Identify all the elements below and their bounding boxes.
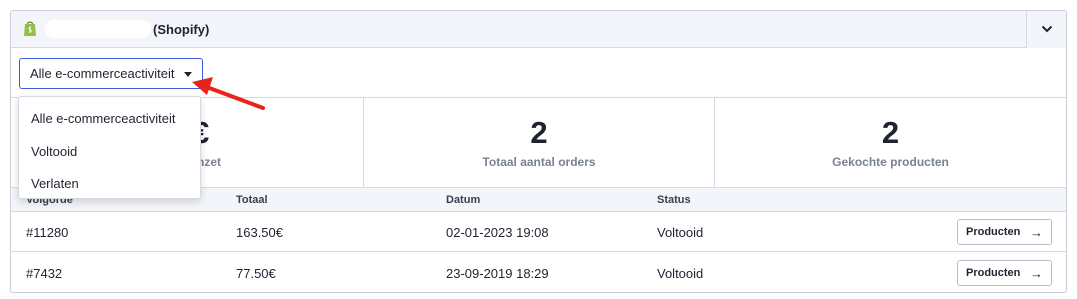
chevron-down-icon (1041, 25, 1053, 33)
arrow-right-icon: → (1030, 225, 1043, 240)
order-number: #7432 (26, 266, 63, 281)
order-total: 163.50€ (236, 225, 283, 240)
dropdown-option-abandoned[interactable]: Verlaten (31, 176, 79, 191)
stat-label: Gekochte producten (832, 155, 949, 169)
order-date: 23-09-2019 18:29 (446, 266, 549, 281)
table-row: #11280 163.50€ 02-01-2023 19:08 Voltooid… (11, 212, 1066, 252)
order-status: Voltooid (657, 266, 704, 281)
column-header-date: Datum (446, 194, 481, 206)
table-row: #7432 77.50€ 23-09-2019 18:29 Voltooid P… (11, 253, 1066, 292)
stat-value: 2 (530, 115, 548, 150)
order-date: 02-01-2023 19:08 (446, 225, 549, 240)
order-status: Voltooid (657, 225, 704, 240)
products-button[interactable]: Producten → (957, 219, 1052, 245)
annotation-arrow-icon (192, 77, 265, 110)
stat-label: nzet (197, 155, 221, 169)
order-number: #11280 (26, 225, 69, 240)
stat-total-orders: 2 Totaal aantal orders (363, 98, 714, 188)
stat-products-bought: 2 Gekochte producten (714, 98, 1066, 188)
products-button-label: Producten (966, 226, 1021, 238)
order-total: 77.50€ (236, 266, 276, 281)
panel-header: (Shopify) (11, 11, 1066, 48)
arrow-right-icon: → (1030, 266, 1043, 281)
collapse-button[interactable] (1026, 11, 1066, 48)
filter-selected-value: Alle e-commerceactiviteit (30, 66, 175, 81)
dropdown-option-all[interactable]: Alle e-commerceactiviteit (31, 111, 176, 126)
stat-value: 2 (881, 115, 900, 150)
column-header-total: Totaal (236, 194, 268, 206)
store-name-redacted (45, 20, 151, 38)
dropdown-option-completed[interactable]: Voltooid (31, 144, 77, 159)
activity-filter-dropdown: Alle e-commerceactiviteit Voltooid Verla… (18, 96, 201, 199)
stat-value: € (192, 115, 363, 151)
products-button[interactable]: Producten → (957, 260, 1052, 286)
shopify-bag-icon (24, 21, 36, 36)
activity-filter-select[interactable]: Alle e-commerceactiviteit (19, 58, 203, 89)
stat-label: Totaal aantal orders (482, 155, 596, 169)
products-button-label: Producten (966, 267, 1021, 279)
column-header-status: Status (657, 194, 691, 206)
platform-label: (Shopify) (153, 22, 210, 37)
filter-row: Alle e-commerceactiviteit (11, 48, 1066, 98)
